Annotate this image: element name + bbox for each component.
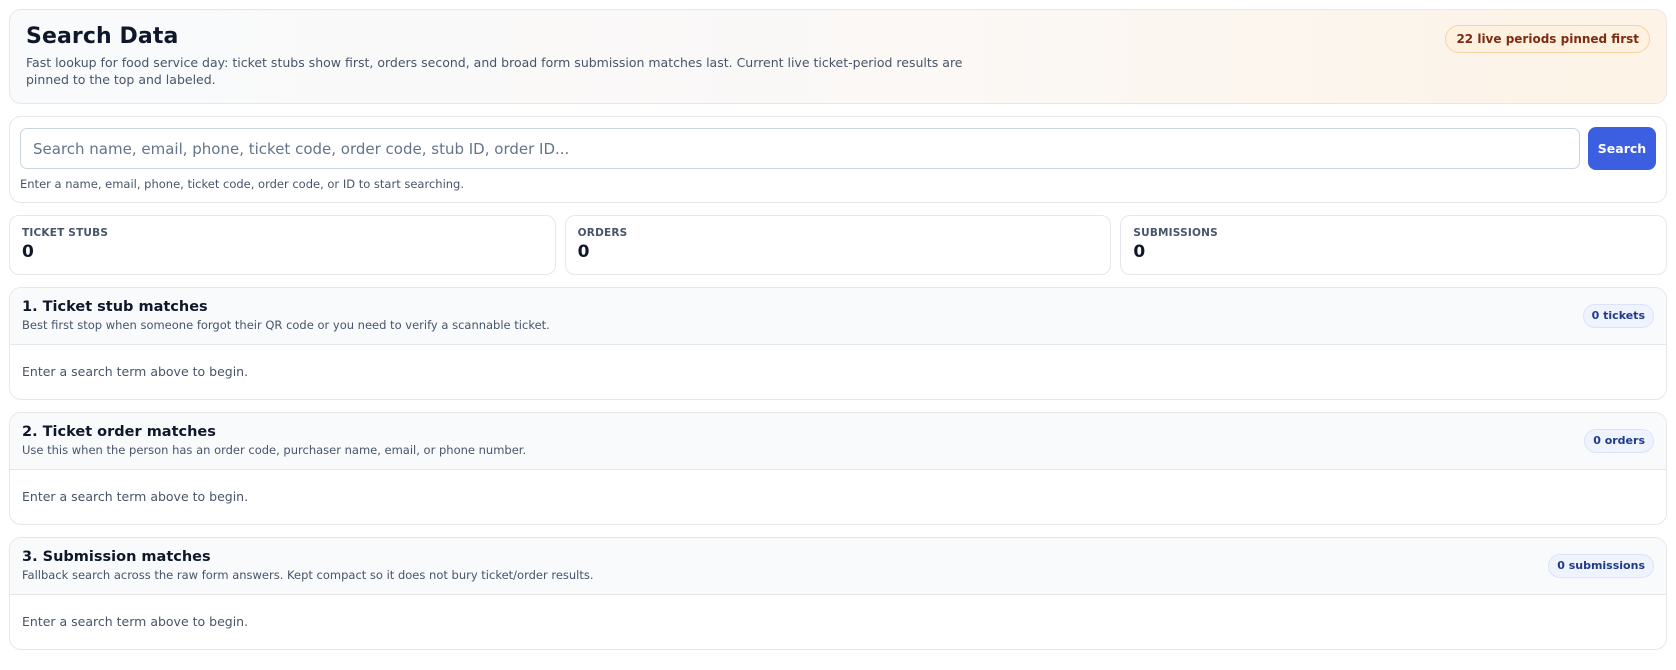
page-header: Search Data Fast lookup for food service…	[9, 9, 1667, 104]
section-title: 2. Ticket order matches	[22, 424, 216, 440]
stat-value: 0	[22, 242, 34, 262]
search-input[interactable]	[20, 128, 1580, 169]
empty-state-text: Enter a search term above to begin.	[22, 364, 249, 379]
page-description: Fast lookup for food service day: ticket…	[26, 55, 963, 87]
section-description: Fallback search across the raw form answ…	[22, 568, 594, 582]
stat-card-ticket-stubs: TICKET STUBS 0	[9, 215, 556, 275]
submission-matches-section: 3. Submission matches Fallback search ac…	[9, 537, 1667, 650]
stat-card-orders: ORDERS 0	[564, 215, 1112, 275]
live-periods-badge: 22 live periods pinned first	[1445, 25, 1650, 53]
section-title: 3. Submission matches	[22, 549, 211, 565]
empty-state-text: Enter a search term above to begin.	[22, 489, 249, 504]
search-button[interactable]: Search	[1588, 127, 1656, 170]
search-panel: Search Enter a name, email, phone, ticke…	[9, 116, 1667, 203]
section-description: Best first stop when someone forgot thei…	[22, 318, 550, 332]
search-row: Search	[20, 127, 1656, 170]
stat-label: SUBMISSIONS	[1133, 227, 1218, 239]
search-hint: Enter a name, email, phone, ticket code,…	[20, 177, 465, 191]
section-header: 3. Submission matches Fallback search ac…	[10, 538, 1666, 595]
section-header: 2. Ticket order matches Use this when th…	[10, 413, 1666, 470]
count-badge: 0 submissions	[1548, 554, 1654, 578]
stats-row: TICKET STUBS 0 ORDERS 0 SUBMISSIONS 0	[9, 215, 1668, 275]
count-badge: 0 tickets	[1582, 304, 1654, 328]
stat-value: 0	[577, 242, 590, 262]
stat-value: 0	[1133, 242, 1146, 262]
search-data-page: Search Data Fast lookup for food service…	[0, 0, 1676, 670]
stat-label: TICKET STUBS	[22, 227, 109, 239]
page-title: Search Data	[26, 24, 179, 49]
ticket-stub-matches-section: 1. Ticket stub matches Best first stop w…	[9, 287, 1667, 400]
stat-label: ORDERS	[577, 227, 628, 239]
section-title: 1. Ticket stub matches	[22, 299, 208, 315]
stat-card-submissions: SUBMISSIONS 0	[1120, 215, 1668, 275]
ticket-order-matches-section: 2. Ticket order matches Use this when th…	[9, 412, 1667, 525]
empty-state-text: Enter a search term above to begin.	[22, 614, 249, 629]
section-description: Use this when the person has an order co…	[22, 443, 527, 457]
count-badge: 0 orders	[1584, 429, 1654, 453]
section-header: 1. Ticket stub matches Best first stop w…	[10, 288, 1666, 345]
